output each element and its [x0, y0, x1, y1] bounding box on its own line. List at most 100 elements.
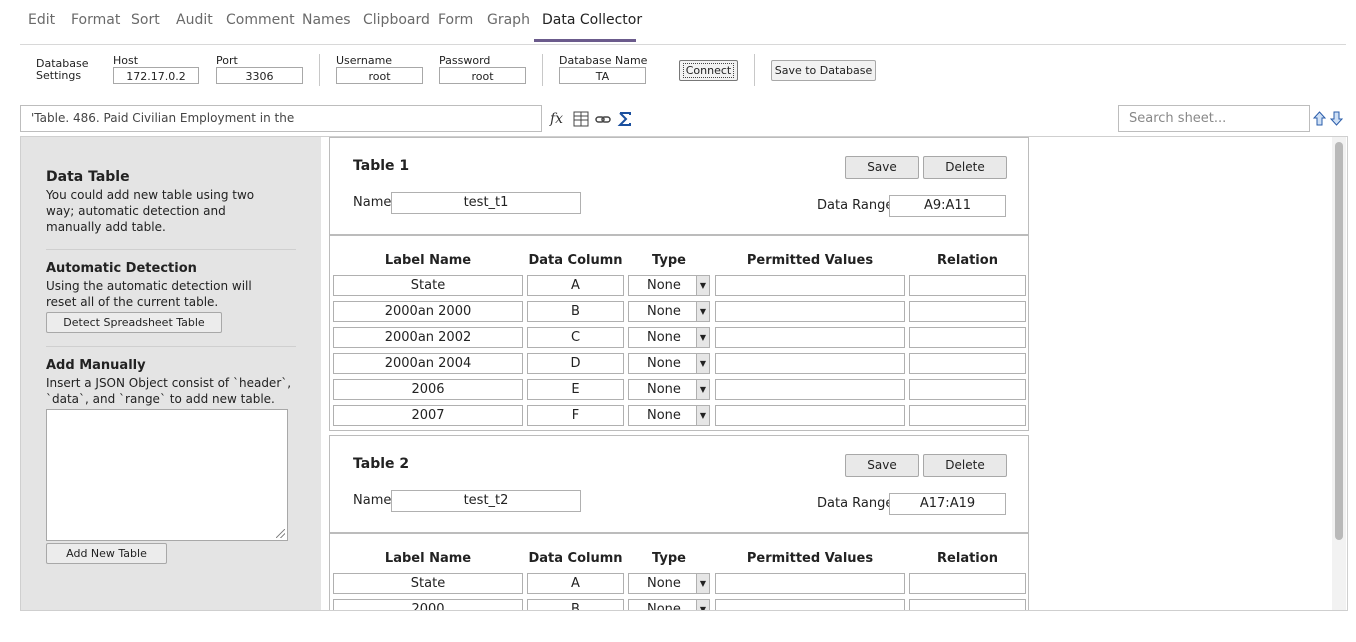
- type-select[interactable]: None ▼: [628, 599, 710, 610]
- detect-spreadsheet-table-button[interactable]: Detect Spreadsheet Table: [46, 312, 222, 333]
- relation-input[interactable]: [909, 599, 1026, 610]
- menu-audit[interactable]: Audit: [176, 12, 213, 28]
- table-1-delete-button[interactable]: Delete: [923, 156, 1007, 179]
- data-column-input[interactable]: F: [527, 405, 624, 426]
- function-icon[interactable]: 𝑓x: [550, 111, 563, 127]
- relation-input[interactable]: [909, 275, 1026, 296]
- data-column-input[interactable]: B: [527, 599, 624, 610]
- table-2-range-label: Data Range: [817, 496, 894, 511]
- table-2-range-input[interactable]: A17:A19: [889, 493, 1006, 515]
- column-header-permitted-values: Permitted Values: [746, 253, 874, 268]
- port-input[interactable]: 3306: [216, 67, 303, 84]
- data-column-input[interactable]: A: [527, 275, 624, 296]
- menu-edit[interactable]: Edit: [28, 12, 55, 28]
- sum-icon[interactable]: [617, 111, 633, 131]
- database-name-input[interactable]: TA: [559, 67, 646, 84]
- menu-clipboard[interactable]: Clipboard: [363, 12, 430, 28]
- permitted-values-input[interactable]: [715, 327, 905, 348]
- menu-sort[interactable]: Sort: [131, 12, 160, 28]
- label-name-input[interactable]: State: [333, 275, 523, 296]
- chevron-down-icon: ▼: [696, 302, 709, 321]
- menu-form[interactable]: Form: [438, 12, 473, 28]
- type-select[interactable]: None ▼: [628, 405, 710, 426]
- menu-comment[interactable]: Comment: [226, 12, 295, 28]
- menu-format[interactable]: Format: [71, 12, 120, 28]
- relation-input[interactable]: [909, 301, 1026, 322]
- password-input[interactable]: root: [439, 67, 526, 84]
- data-column-input[interactable]: C: [527, 327, 624, 348]
- database-name-label: Database Name: [559, 54, 648, 67]
- table-2-delete-button[interactable]: Delete: [923, 454, 1007, 477]
- table-1-range-label: Data Range: [817, 198, 894, 213]
- chevron-down-icon: ▼: [696, 406, 709, 425]
- scrollbar-thumb[interactable]: [1335, 142, 1343, 540]
- data-table-title: Data Table: [46, 169, 130, 185]
- insert-table-icon[interactable]: [573, 111, 589, 131]
- table-2-save-button[interactable]: Save: [845, 454, 919, 477]
- type-select[interactable]: None ▼: [628, 327, 710, 348]
- table-1-name-input[interactable]: test_t1: [391, 192, 581, 214]
- menu-names[interactable]: Names: [302, 12, 351, 28]
- save-to-database-button[interactable]: Save to Database: [771, 60, 876, 81]
- label-name-input[interactable]: 2000an 2002: [333, 327, 523, 348]
- column-header-label-name: Label Name: [384, 551, 472, 566]
- search-input[interactable]: Search sheet...: [1118, 105, 1310, 132]
- data-column-input[interactable]: A: [527, 573, 624, 594]
- label-name-input[interactable]: 2000an 2000: [333, 301, 523, 322]
- chevron-down-icon: ▼: [696, 276, 709, 295]
- vertical-scrollbar[interactable]: [1332, 137, 1346, 610]
- permitted-values-input[interactable]: [715, 405, 905, 426]
- permitted-values-input[interactable]: [715, 275, 905, 296]
- label-name-input[interactable]: State: [333, 573, 523, 594]
- column-header-type: Type: [652, 551, 686, 566]
- permitted-values-input[interactable]: [715, 353, 905, 374]
- type-select[interactable]: None ▼: [628, 301, 710, 322]
- left-panel: Data Table You could add new table using…: [21, 137, 321, 610]
- table-1-save-button[interactable]: Save: [845, 156, 919, 179]
- column-header-label-name: Label Name: [384, 253, 472, 268]
- connect-button[interactable]: Connect: [679, 60, 738, 81]
- arrow-down-icon[interactable]: [1329, 111, 1344, 130]
- password-label: Password: [439, 54, 491, 67]
- table-2-name-input[interactable]: test_t2: [391, 490, 581, 512]
- permitted-values-input[interactable]: [715, 599, 905, 610]
- type-value: None: [647, 278, 681, 293]
- permitted-values-input[interactable]: [715, 379, 905, 400]
- label-name-input[interactable]: 2007: [333, 405, 523, 426]
- type-value: None: [647, 382, 681, 397]
- type-select[interactable]: None ▼: [628, 353, 710, 374]
- relation-input[interactable]: [909, 405, 1026, 426]
- resize-handle[interactable]: [276, 529, 285, 538]
- menu-data-collector[interactable]: Data Collector: [542, 12, 642, 28]
- username-input[interactable]: root: [336, 67, 423, 84]
- label-name-input[interactable]: 2000an 2004: [333, 353, 523, 374]
- type-value: None: [647, 304, 681, 319]
- relation-input[interactable]: [909, 327, 1026, 348]
- label-name-input[interactable]: 2000: [333, 599, 523, 610]
- relation-input[interactable]: [909, 353, 1026, 374]
- data-column-input[interactable]: B: [527, 301, 624, 322]
- host-input[interactable]: 172.17.0.2: [113, 67, 199, 84]
- table-1-range-input[interactable]: A9:A11: [889, 195, 1006, 217]
- relation-input[interactable]: [909, 379, 1026, 400]
- data-column-input[interactable]: E: [527, 379, 624, 400]
- type-select[interactable]: None ▼: [628, 379, 710, 400]
- arrow-up-icon[interactable]: [1312, 111, 1327, 130]
- data-column-input[interactable]: D: [527, 353, 624, 374]
- json-input-textarea[interactable]: [46, 409, 288, 541]
- column-header-relation: Relation: [937, 253, 998, 268]
- label-name-input[interactable]: 2006: [333, 379, 523, 400]
- type-select[interactable]: None ▼: [628, 573, 710, 594]
- chevron-down-icon: ▼: [696, 600, 709, 610]
- add-new-table-button[interactable]: Add New Table: [46, 543, 167, 564]
- menu-graph[interactable]: Graph: [487, 12, 530, 28]
- formula-input[interactable]: 'Table. 486. Paid Civilian Employment in…: [20, 105, 542, 132]
- divider: [754, 54, 755, 86]
- permitted-values-input[interactable]: [715, 301, 905, 322]
- relation-input[interactable]: [909, 573, 1026, 594]
- permitted-values-input[interactable]: [715, 573, 905, 594]
- add-manually-title: Add Manually: [46, 358, 146, 373]
- column-header-type: Type: [652, 253, 686, 268]
- type-select[interactable]: None ▼: [628, 275, 710, 296]
- link-icon[interactable]: [595, 111, 611, 131]
